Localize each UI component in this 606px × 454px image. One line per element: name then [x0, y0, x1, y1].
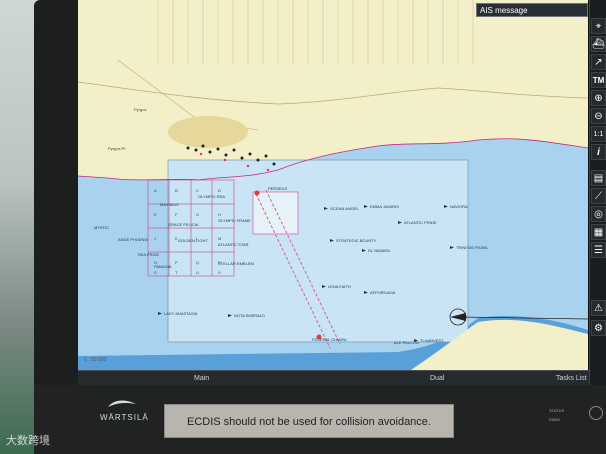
ais-target-label[interactable]: MAXIMUS	[160, 202, 179, 207]
grid-letter: U	[196, 270, 199, 275]
watermark-text: 大数跨境	[6, 435, 50, 447]
ais-target-label[interactable]: TRINITAS PEARL	[456, 245, 489, 250]
grid-letter: K	[175, 236, 178, 241]
ais-target-label[interactable]: ANDE PHOENIX	[118, 237, 149, 242]
nautical-chart[interactable]: Pyrgos Pyrgos Pt OCEAN ANGEL EMMA JAVARI…	[78, 0, 588, 372]
grid-letter: V	[218, 270, 221, 275]
grid-letter: H	[218, 212, 221, 217]
grid-letter: E	[154, 212, 157, 217]
grid-letter: M	[218, 236, 221, 241]
right-toolbar: ⌖ ⛴ ↗ TM ⊕ ⊖ 1:1 i ▤ ⟋ ◎ ▦ ☰ ⚠ ⚙	[589, 0, 606, 385]
ais-target-label[interactable]: ATLANTIC STAR	[218, 242, 249, 247]
ais-target-label[interactable]: AFFORDAVIA	[370, 290, 396, 295]
restricted-area	[252, 191, 299, 235]
brand-name: WÄRTSILÄ	[100, 413, 149, 422]
grid-letter: P	[175, 260, 178, 265]
alarm-icon[interactable]: ⚠	[591, 300, 606, 316]
grid-letter: S	[154, 270, 157, 275]
tasks-list-button[interactable]: Tasks List	[556, 371, 587, 385]
ais-target-label[interactable]: LENA FAITH	[328, 284, 351, 289]
ais-target-label[interactable]: MYSTIC	[94, 225, 109, 230]
status-bar: Main Dual Tasks List	[78, 370, 589, 385]
ais-target-label[interactable]: NAVIORA	[450, 204, 468, 209]
grid-letter: Q	[196, 260, 199, 265]
route-icon[interactable]: ↗	[591, 54, 606, 70]
dimmer-label: DIMM	[549, 417, 560, 422]
ais-target-label[interactable]: DL NAVARA	[368, 248, 390, 253]
layers-icon[interactable]: ▤	[591, 170, 606, 186]
ais-target-label[interactable]: OLYMPIC ERA	[198, 194, 225, 199]
wartsila-logo-icon	[108, 400, 136, 407]
ais-target-label[interactable]: GRACE FELICIA	[168, 222, 199, 227]
warning-text: ECDIS should not be used for collision a…	[187, 416, 431, 428]
satellite-icon[interactable]: ⌖	[591, 18, 606, 34]
target-icon[interactable]: ◎	[591, 206, 606, 222]
menu-icon[interactable]: ☰	[591, 242, 606, 258]
grid-letter: J	[154, 236, 156, 241]
ais-target-label[interactable]: OCEAN ANGEL	[330, 206, 359, 211]
ais-message-box[interactable]: AIS message	[476, 3, 588, 17]
zoom-in-icon[interactable]: ⊕	[591, 90, 606, 106]
settings-icon[interactable]: ⚙	[591, 320, 606, 336]
grid-letter: N	[154, 260, 157, 265]
urban-area	[168, 116, 248, 148]
chart-scale-label: 1 : 50 000	[84, 357, 107, 363]
ais-target-label[interactable]: STELLAR EMBLEM	[218, 261, 254, 266]
ais-target-label[interactable]: GOLDEN LIGHT	[178, 238, 208, 243]
ais-target-label[interactable]: TI HARVEST	[420, 338, 444, 343]
scale-1-1-icon[interactable]: 1:1	[591, 126, 606, 142]
place-label: Pyrgos Pt	[108, 146, 126, 151]
zoom-out-icon[interactable]: ⊖	[591, 108, 606, 124]
ais-target-label[interactable]: OLYMPIC FRAME	[218, 218, 251, 223]
ais-target-label[interactable]: LADY ANASTASIA	[164, 311, 198, 316]
ais-target-label[interactable]: STRATEGIC BOUNTY	[336, 238, 377, 243]
grid-letter: G	[196, 212, 199, 217]
ais-target-label[interactable]: PERSEUS	[268, 186, 287, 191]
ais-target-label[interactable]: SEA PRIDE	[138, 252, 159, 257]
main-display-label[interactable]: Main	[194, 371, 209, 385]
waypoint-marker[interactable]	[316, 334, 322, 340]
ais-target-label[interactable]: ATLANTIC PRIDE	[404, 220, 437, 225]
anchorage-area	[167, 159, 469, 343]
place-label: Pyrgos	[134, 107, 146, 112]
ship-icon[interactable]: ⛴	[591, 36, 606, 52]
ais-target-label[interactable]: EMMA JAVARIS	[370, 204, 399, 209]
info-icon[interactable]: i	[591, 144, 606, 160]
warning-panel: ECDIS should not be used for collision a…	[164, 404, 454, 438]
waypoint-marker[interactable]	[254, 190, 260, 196]
dual-display-label[interactable]: Dual	[430, 371, 444, 385]
grid-letter: R	[218, 260, 221, 265]
grid-letter: D	[218, 188, 221, 193]
grid-letter: C	[196, 188, 199, 193]
grid-letter: A	[154, 188, 157, 193]
status-label: STATUS	[549, 408, 565, 413]
grid-icon[interactable]: ▦	[591, 224, 606, 240]
tm-label[interactable]: TM	[591, 72, 606, 88]
measure-icon[interactable]: ⟋	[591, 188, 606, 204]
grid-letter: B	[175, 188, 178, 193]
power-button[interactable]	[589, 406, 603, 420]
ais-target-label[interactable]: NOTA EMERALD	[234, 313, 265, 318]
ecdis-screen: Pyrgos Pyrgos Pt OCEAN ANGEL EMMA JAVARI…	[78, 0, 606, 385]
